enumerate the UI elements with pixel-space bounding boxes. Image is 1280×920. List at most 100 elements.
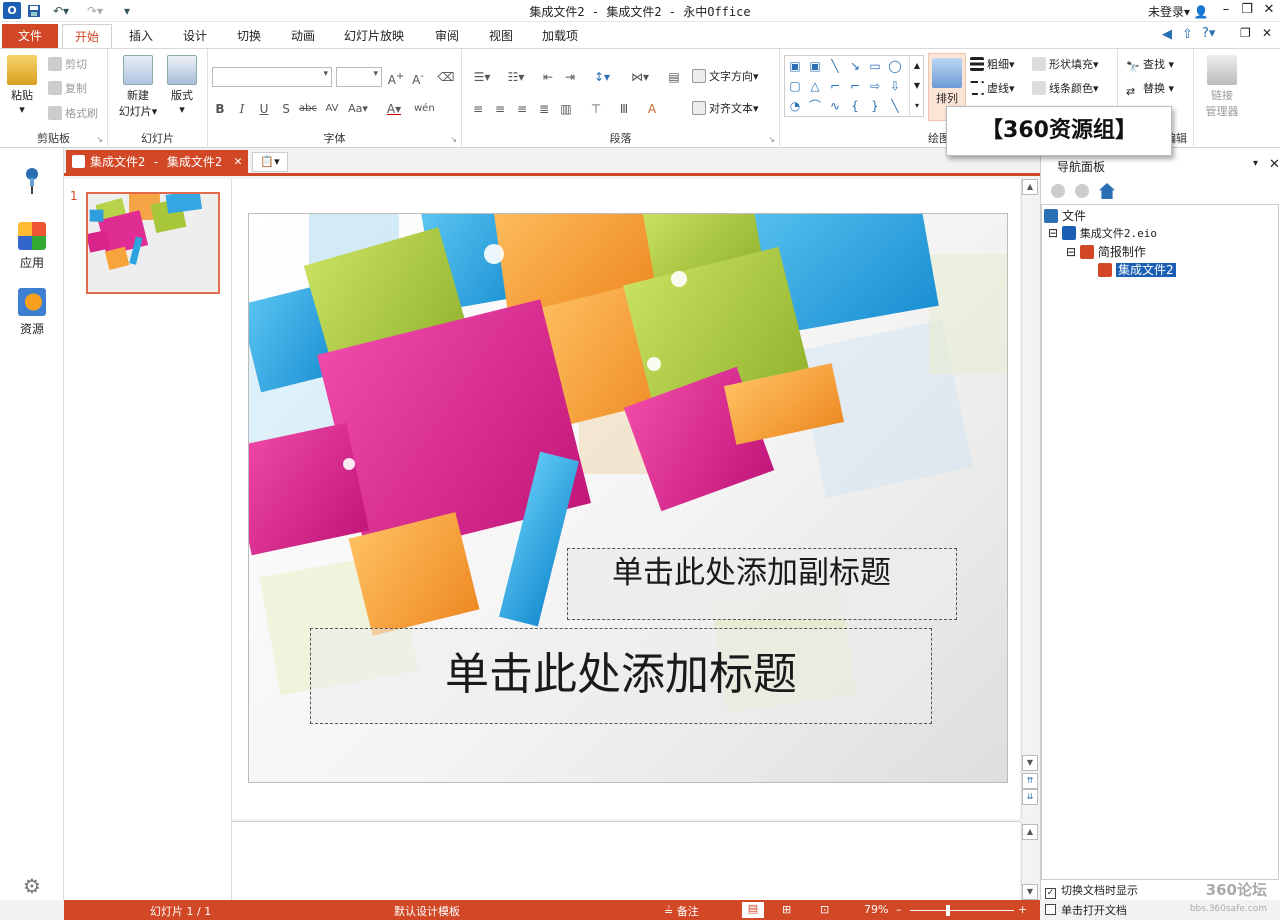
shape-fill-button[interactable]: 形状填充▾ xyxy=(1032,55,1099,75)
callout-shape-icon[interactable]: ◔ xyxy=(787,98,803,114)
line-shape-icon[interactable]: ╲ xyxy=(827,58,843,74)
apps-button[interactable]: 应用 xyxy=(0,222,64,271)
line-weight-button[interactable]: 粗细▾ xyxy=(970,55,1015,75)
help-icon[interactable]: ?▾ xyxy=(1202,26,1215,41)
textbox-shape-icon[interactable]: ▣ xyxy=(787,58,803,74)
paste-button[interactable]: 粘贴 ▾ xyxy=(4,55,40,116)
triangle-shape-icon[interactable]: △ xyxy=(807,78,823,94)
slide-vertical-scrollbar[interactable]: ▲ ▼ ⇈ ⇊ xyxy=(1021,179,1038,819)
zoom-in-icon[interactable]: + xyxy=(1018,903,1027,916)
decrease-indent-icon[interactable]: ⇤ xyxy=(538,67,558,87)
columns-icon[interactable]: ⋈▾ xyxy=(624,67,656,87)
shapes-gallery-scroll[interactable]: ▲ ▼ ▾ xyxy=(909,56,924,116)
dialog-launcher-icon[interactable]: ↘ xyxy=(96,135,103,144)
text-direction-button[interactable]: 文字方向▾ xyxy=(692,67,759,87)
clear-format-icon[interactable]: ⌫ xyxy=(436,67,456,87)
login-link[interactable]: 未登录▾ 👤 xyxy=(1148,3,1209,20)
right-arrow-shape-icon[interactable]: ⇨ xyxy=(867,78,883,94)
underline-icon[interactable]: U xyxy=(254,99,274,119)
vertical-textbox-shape-icon[interactable]: ▣ xyxy=(807,58,823,74)
tab-insert[interactable]: 插入 xyxy=(118,24,164,48)
char-spacing-icon[interactable]: AV xyxy=(322,99,342,119)
restore-button[interactable]: ❐ xyxy=(1236,2,1258,20)
left-brace-shape-icon[interactable]: { xyxy=(847,98,863,114)
nav-forward-icon[interactable] xyxy=(1075,184,1089,198)
layout-button[interactable]: 版式 ▾ xyxy=(164,55,200,116)
line-spacing-icon[interactable]: ↕▾ xyxy=(588,67,616,87)
slide-sorter-view-icon[interactable]: ⊞ xyxy=(782,903,791,916)
tab-home[interactable]: 开始 xyxy=(62,24,112,48)
upload-icon[interactable]: ⇧ xyxy=(1182,27,1193,42)
dialog-launcher-icon[interactable]: ↘ xyxy=(768,135,775,144)
align-text-button[interactable]: 对齐文本▾ xyxy=(692,99,759,119)
nav-back-icon[interactable] xyxy=(1051,184,1065,198)
font-size-combo[interactable] xyxy=(336,67,382,87)
tab-file[interactable]: 文件 xyxy=(2,24,58,48)
slide-thumbnail[interactable] xyxy=(86,192,220,294)
option-show-on-switch[interactable]: ✓ 切换文档时显示 xyxy=(1045,882,1138,899)
new-slide-button[interactable]: 新建 幻灯片▾ xyxy=(116,55,160,119)
numbering-icon[interactable]: ☷▾ xyxy=(502,67,530,87)
font-name-combo[interactable] xyxy=(212,67,332,87)
dialog-launcher-icon[interactable]: ↘ xyxy=(450,135,457,144)
close-button[interactable]: ✕ xyxy=(1258,2,1280,20)
diagonal-line-shape-icon[interactable]: ╲ xyxy=(887,98,903,114)
justify-icon[interactable]: ≣ xyxy=(534,99,554,119)
new-doc-menu-icon[interactable]: 📋▾ xyxy=(252,152,288,172)
zoom-slider-thumb[interactable] xyxy=(946,905,950,916)
subtitle-placeholder[interactable]: 单击此处添加副标题 xyxy=(567,548,957,620)
freeform-shape-icon[interactable]: ∿ xyxy=(827,98,843,114)
doc-close-button[interactable]: ✕ xyxy=(1262,26,1272,40)
option-single-click[interactable]: 单击打开文档 xyxy=(1045,902,1127,918)
tree-item-group[interactable]: ⊟ 简报制作 xyxy=(1066,243,1146,260)
shrink-font-icon[interactable]: A- xyxy=(408,67,428,87)
tree-item-doc[interactable]: 集成文件2 xyxy=(1098,261,1176,278)
distribute-icon[interactable]: ▥ xyxy=(556,99,576,119)
vertical-text-icon[interactable]: Ⅲ xyxy=(614,99,634,119)
align-top-icon[interactable]: ⊤ xyxy=(586,99,606,119)
nav-pane-menu-icon[interactable]: ▾ xyxy=(1253,158,1258,169)
elbow-arrow-shape-icon[interactable]: ⌐ xyxy=(847,78,863,94)
tab-review[interactable]: 审阅 xyxy=(424,24,470,48)
tab-slideshow[interactable]: 幻灯片放映 xyxy=(334,24,414,48)
tab-design[interactable]: 设计 xyxy=(172,24,218,48)
line-color-button[interactable]: 线条颜色▾ xyxy=(1032,79,1099,99)
status-template[interactable]: 默认设计模板 xyxy=(394,903,460,919)
title-placeholder[interactable]: 单击此处添加标题 xyxy=(310,628,932,724)
rectangle-shape-icon[interactable]: ▭ xyxy=(867,58,883,74)
nav-back-icon[interactable]: ◀ xyxy=(1162,27,1172,42)
nav-pane-close-icon[interactable]: ✕ xyxy=(1269,157,1280,172)
doc-tab[interactable]: 集成文件2 - 集成文件2 ✕ xyxy=(66,150,248,174)
minimize-button[interactable]: – xyxy=(1215,2,1237,20)
prev-slide-icon[interactable]: ⇈ xyxy=(1022,773,1038,789)
format-painter-button[interactable]: 格式刷 xyxy=(48,104,98,124)
link-manager-button[interactable]: 链接 管理器 xyxy=(1200,55,1244,119)
wordart-icon[interactable]: A xyxy=(642,99,662,119)
change-case-icon[interactable]: Aa▾ xyxy=(348,99,368,119)
tree-item-root[interactable]: 文件 xyxy=(1044,207,1086,224)
strikethrough-icon[interactable]: abc xyxy=(298,99,318,119)
align-left-icon[interactable]: ≡ xyxy=(468,99,488,119)
resources-button[interactable]: 资源 xyxy=(0,288,64,337)
grow-font-icon[interactable]: A+ xyxy=(386,67,406,87)
italic-icon[interactable]: I xyxy=(232,99,252,119)
normal-view-icon[interactable]: ▤ xyxy=(742,902,764,918)
notes-scroll-up-icon[interactable]: ▲ xyxy=(1022,824,1038,840)
bullets-icon[interactable]: ☰▾ xyxy=(468,67,496,87)
oval-shape-icon[interactable]: ◯ xyxy=(887,58,903,74)
shadow-icon[interactable]: S xyxy=(276,99,296,119)
align-center-icon[interactable]: ≡ xyxy=(490,99,510,119)
tab-animations[interactable]: 动画 xyxy=(280,24,326,48)
settings-gear-icon[interactable]: ⚙ xyxy=(0,874,64,898)
copy-button[interactable]: 复制 xyxy=(48,79,87,99)
slideshow-view-icon[interactable]: ⊡ xyxy=(820,903,829,916)
tab-addins[interactable]: 加载项 xyxy=(532,24,588,48)
checkbox-checked[interactable]: ✓ xyxy=(1045,888,1056,899)
checkbox-unchecked[interactable] xyxy=(1045,904,1056,915)
notes-scrollbar[interactable]: ▲ ▼ xyxy=(1021,822,1038,901)
pin-button[interactable] xyxy=(0,166,64,199)
tab-transitions[interactable]: 切换 xyxy=(226,24,272,48)
notes-scroll-down-icon[interactable]: ▼ xyxy=(1022,884,1038,900)
notes-pane[interactable]: ▲ ▼ xyxy=(232,821,1038,901)
slide-canvas[interactable]: 单击此处添加副标题 单击此处添加标题 xyxy=(248,213,1008,783)
